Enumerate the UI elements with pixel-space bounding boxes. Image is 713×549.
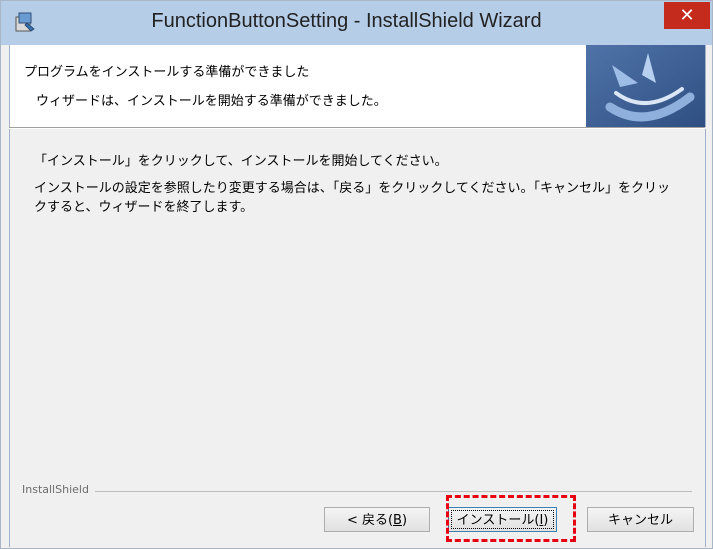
- back-button[interactable]: < 戻る(B): [324, 507, 430, 532]
- back-button-label: < 戻る(: [346, 513, 394, 528]
- footer-divider: [22, 491, 692, 492]
- wizard-content: 「インストール」をクリックして、インストールを開始してください。 インストールの…: [9, 129, 706, 547]
- wizard-header: プログラムをインストールする準備ができました ウィザードは、インストールを開始す…: [9, 45, 706, 127]
- highlight-box: [446, 495, 576, 542]
- installer-icon: [15, 12, 35, 32]
- instruction-text: 「インストール」をクリックして、インストールを開始してください。: [34, 154, 448, 169]
- cancel-button[interactable]: キャンセル: [587, 507, 694, 532]
- back-button-accelerator: B: [393, 513, 402, 528]
- installshield-logo: [586, 45, 705, 127]
- header-subheading: ウィザードは、インストールを開始する準備ができました。: [36, 94, 387, 109]
- title-bar[interactable]: FunctionButtonSetting - InstallShield Wi…: [1, 1, 712, 45]
- header-heading: プログラムをインストールする準備ができました: [24, 65, 310, 80]
- back-button-label-close: ): [401, 513, 408, 528]
- installer-window: FunctionButtonSetting - InstallShield Wi…: [0, 0, 713, 549]
- close-button[interactable]: ✕: [664, 2, 710, 29]
- info-text: インストールの設定を参照したり変更する場合は、「戻る」をクリックしてください。「…: [34, 181, 670, 215]
- installshield-label: InstallShield: [22, 483, 95, 496]
- window-title: FunctionButtonSetting - InstallShield Wi…: [151, 10, 542, 32]
